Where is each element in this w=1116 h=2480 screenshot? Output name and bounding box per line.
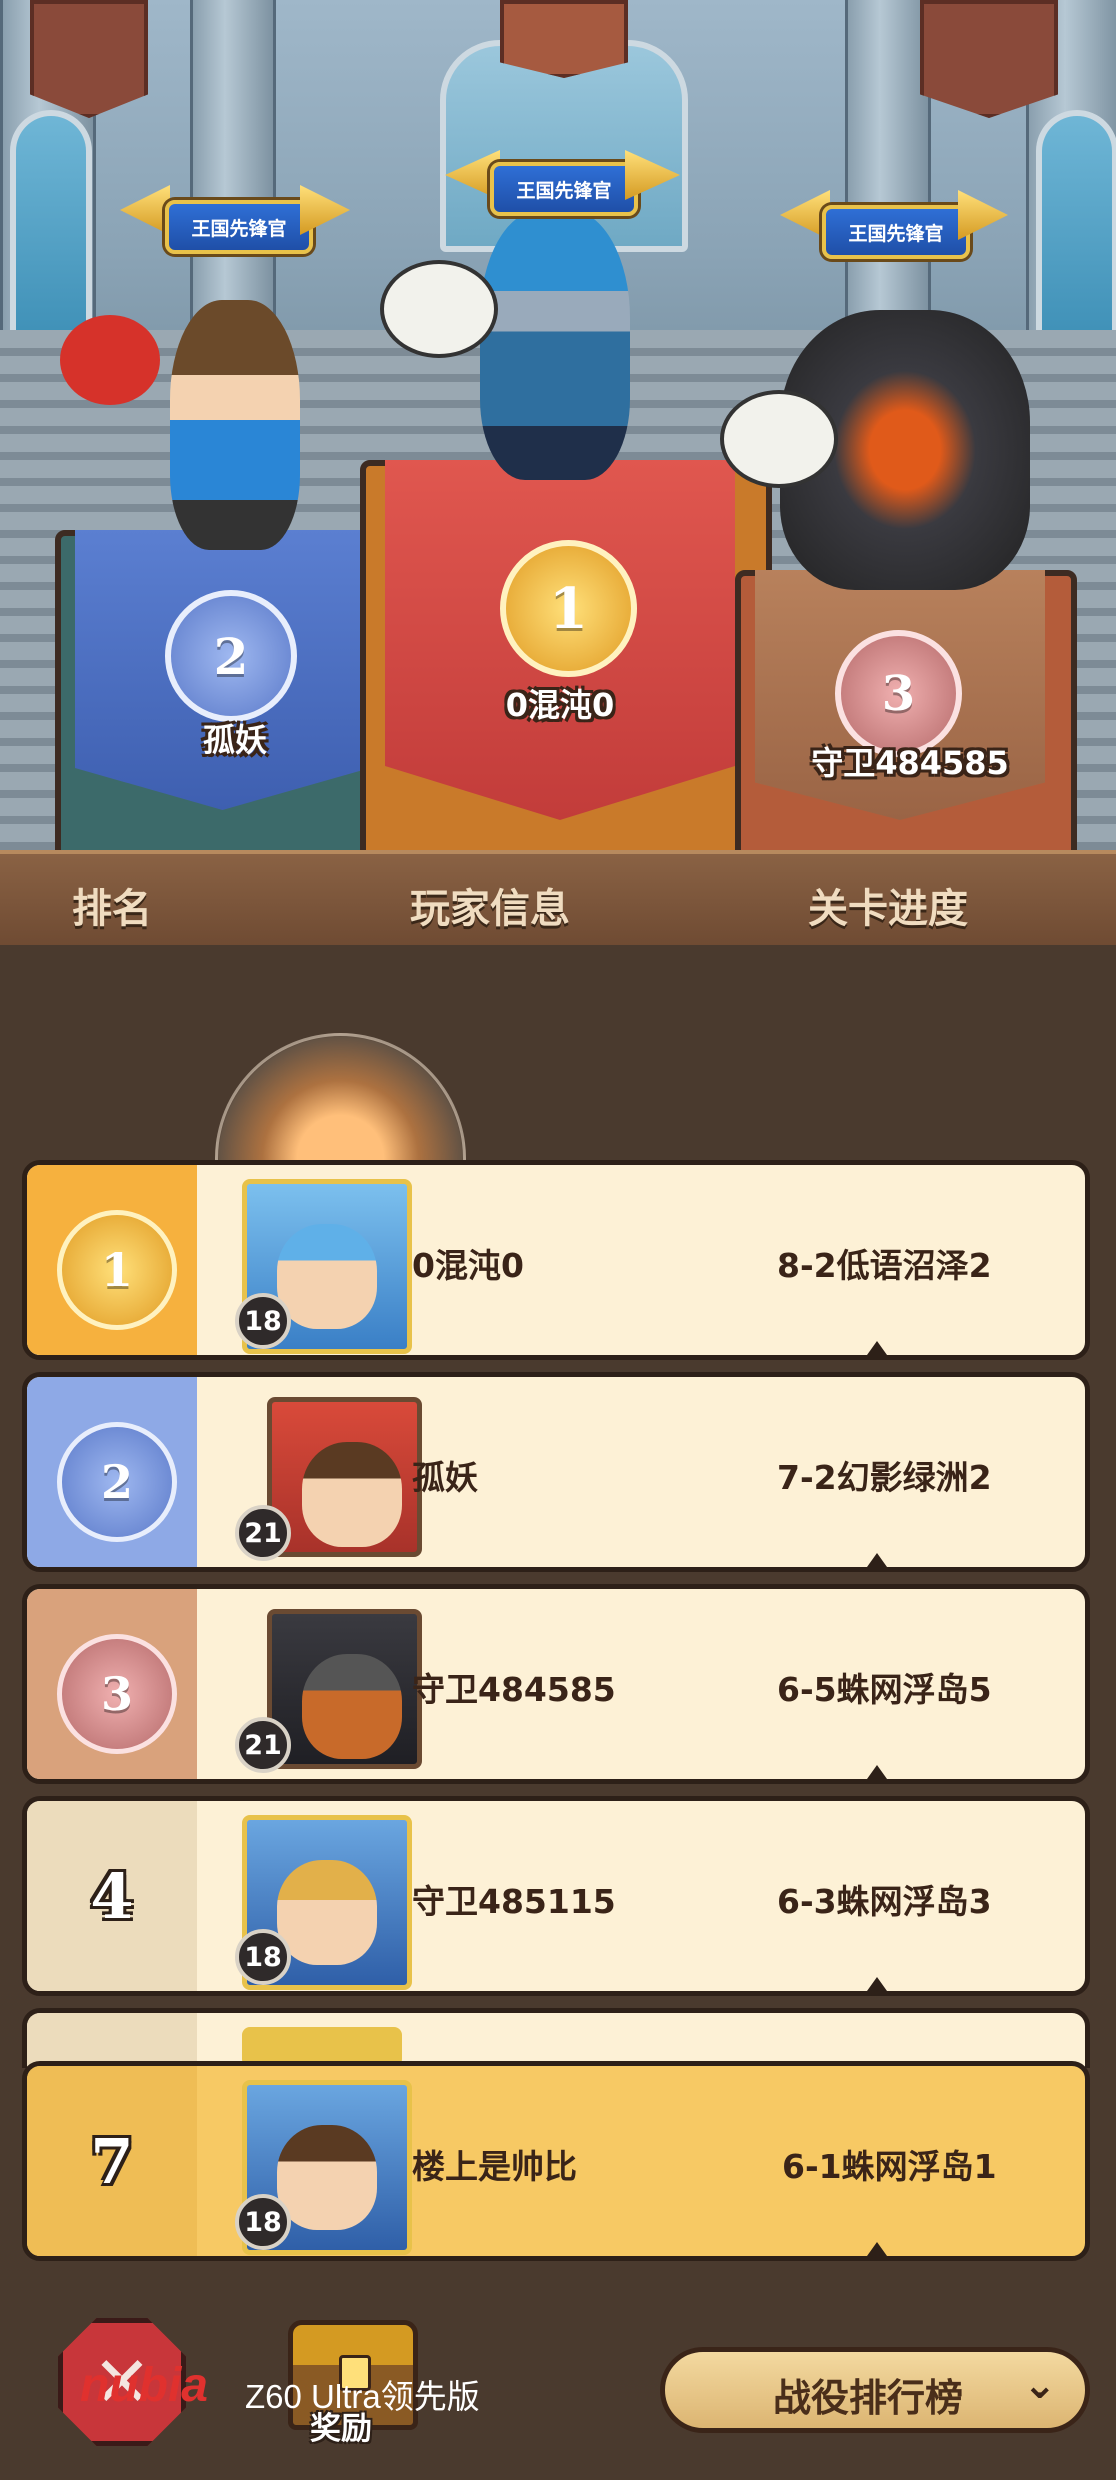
level-badge: 21: [235, 1717, 291, 1773]
player-name: 守卫484585: [412, 1670, 616, 1709]
leaderboard-type-dropdown[interactable]: 战役排行榜 ⌄: [660, 2347, 1090, 2433]
column-header: 排名 玩家信息 关卡进度: [0, 850, 1116, 955]
player-name: 守卫485115: [412, 1882, 616, 1921]
chevron-down-icon: ⌄: [1023, 2362, 1057, 2408]
leaderboard-row[interactable]: 2 21 孤妖 7-2幻影绿洲2: [22, 1372, 1090, 1572]
leaderboard-row[interactable]: 3 21 守卫484585 6-5蛛网浮岛5: [22, 1584, 1090, 1784]
watermark-model: Z60 Ultra领先版: [245, 2378, 480, 2415]
leaderboard-row[interactable]: 1 18 0混沌0 8-2低语沼泽2: [22, 1160, 1090, 1360]
dropdown-label: 战役排行榜: [773, 2376, 964, 2420]
player-name: 楼上是帅比: [412, 2147, 577, 2186]
my-rank-row[interactable]: 7 18 楼上是帅比 6-1蛛网浮岛1: [22, 2061, 1090, 2261]
separator-notch: [867, 2242, 887, 2256]
watermark-brand: nubia: [80, 2359, 208, 2412]
separator-notch: [867, 1341, 887, 1355]
panda-pet: [380, 260, 498, 358]
leaderboard-row[interactable]: [22, 2008, 1090, 2068]
column-player: 玩家信息: [410, 886, 570, 932]
rank-cell: [27, 2013, 197, 2068]
badge-wing: [300, 185, 350, 235]
hanging-banner: [30, 0, 148, 118]
separator-notch: [867, 1553, 887, 1567]
parrot-pet: [60, 315, 160, 405]
rank-2-icon: 2: [57, 1422, 177, 1542]
column-progress: 关卡进度: [808, 886, 968, 932]
rank-number: 4: [90, 1859, 134, 1933]
hanging-banner: [920, 0, 1058, 118]
podium-first-name: 0混沌0: [505, 686, 615, 724]
title-badge-first: 王国先锋官: [490, 162, 638, 216]
character-first: [480, 210, 630, 480]
rank-number: 7: [90, 2124, 134, 2198]
rank-1-emblem: 1: [500, 540, 637, 677]
separator-notch: [867, 1977, 887, 1991]
title-badge-third: 王国先锋官: [822, 205, 970, 259]
rank-1-icon: 1: [57, 1210, 177, 1330]
podium-second-name: 孤妖: [202, 721, 267, 759]
stage-progress: 8-2低语沼泽2: [777, 1246, 992, 1285]
level-badge: 18: [235, 1293, 291, 1349]
stage-progress: 6-3蛛网浮岛3: [777, 1882, 992, 1921]
podium-third-name: 守卫484585: [811, 744, 1009, 782]
rank-2-emblem: 2: [165, 590, 297, 722]
badge-wing: [120, 185, 170, 235]
column-rank: 排名: [72, 886, 152, 932]
level-badge: 18: [235, 2194, 291, 2250]
title-badge-second: 王国先锋官: [165, 200, 313, 254]
podium-scene: 2 孤妖 1 0混沌0 3 守卫484585 王国先锋官 王国先锋官 王国先锋官: [0, 0, 1116, 850]
background-window: [10, 110, 92, 352]
player-name: 孤妖: [412, 1458, 478, 1497]
stage-progress: 6-5蛛网浮岛5: [777, 1670, 992, 1709]
player-name: 0混沌0: [412, 1246, 524, 1285]
leaderboard-row[interactable]: 4 18 守卫485115 6-3蛛网浮岛3: [22, 1796, 1090, 1996]
background-window: [1036, 110, 1116, 352]
character-second: [170, 300, 300, 550]
stage-progress: 7-2幻影绿洲2: [777, 1458, 992, 1497]
level-badge: 21: [235, 1505, 291, 1561]
level-badge: 18: [235, 1929, 291, 1985]
bottom-bar: ✕ 奖励 nubia Z60 Ultra领先版 战役排行榜 ⌄: [0, 2270, 1116, 2480]
panda-pet: [720, 390, 838, 488]
separator-notch: [867, 1765, 887, 1779]
hanging-banner: [500, 0, 628, 78]
badge-wing: [958, 190, 1008, 240]
rank-3-icon: 3: [57, 1634, 177, 1754]
stage-progress: 6-1蛛网浮岛1: [782, 2147, 997, 2186]
